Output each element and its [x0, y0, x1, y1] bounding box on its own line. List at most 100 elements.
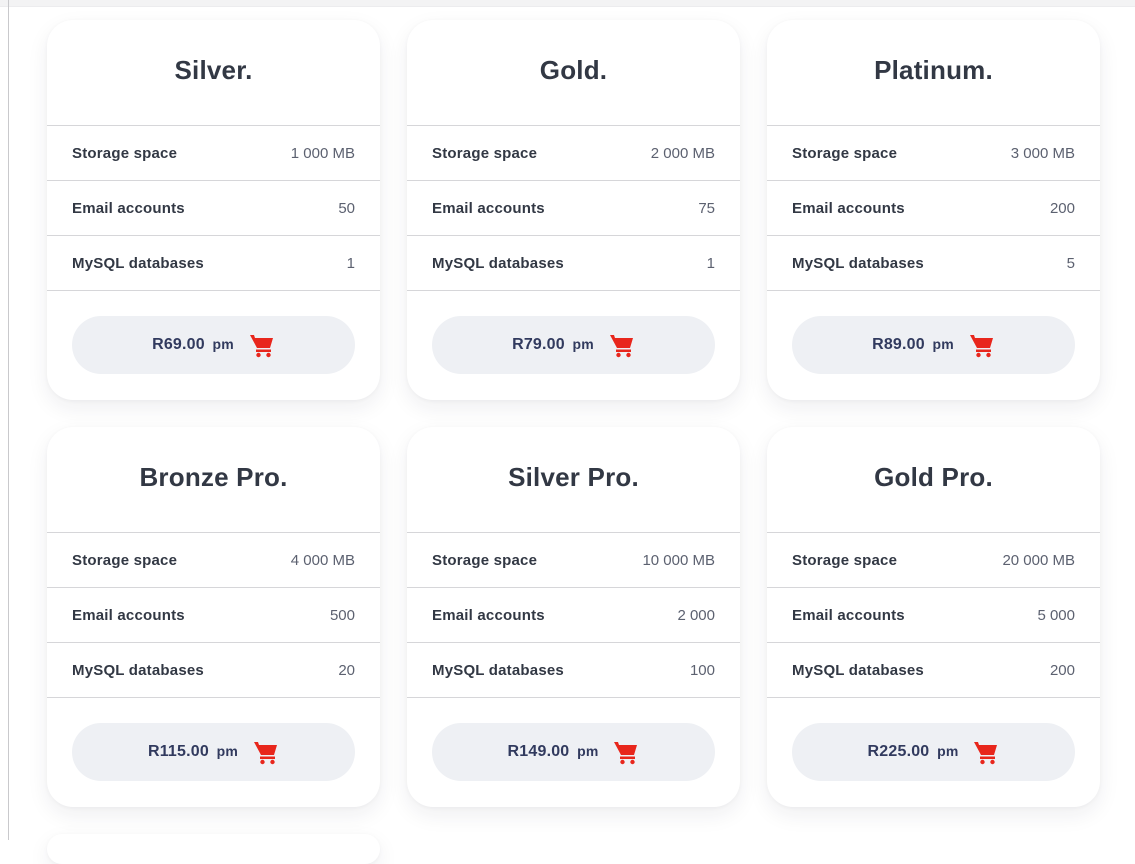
feature-value: 20 000 MB [1002, 551, 1075, 569]
feature-label: Storage space [72, 551, 178, 569]
plan-card-bronze-pro: Bronze Pro. Storage space 4 000 MB Email… [47, 427, 380, 807]
plan-card-silver-pro: Silver Pro. Storage space 10 000 MB Emai… [407, 427, 740, 807]
feature-row-storage: Storage space 3 000 MB [767, 126, 1100, 181]
left-border [8, 0, 9, 840]
feature-value: 4 000 MB [290, 551, 355, 569]
plan-title: Platinum. [767, 20, 1100, 126]
feature-value: 5 [1066, 254, 1075, 272]
feature-label: MySQL databases [432, 254, 564, 272]
plan-card-silver: Silver. Storage space 1 000 MB Email acc… [47, 20, 380, 400]
price-text: R79.00 pm [512, 336, 594, 354]
buy-button[interactable]: R225.00 pm [792, 723, 1075, 781]
plan-title: Gold Pro. [767, 427, 1100, 533]
feature-row-storage: Storage space 10 000 MB [407, 533, 740, 588]
feature-value: 10 000 MB [642, 551, 715, 569]
plan-title: Silver Pro. [407, 427, 740, 533]
feature-label: MySQL databases [432, 661, 564, 679]
feature-label: Email accounts [432, 199, 545, 217]
feature-label: Email accounts [72, 199, 185, 217]
plan-card-partial [47, 834, 380, 864]
feature-row-email: Email accounts 500 [47, 588, 380, 643]
buy-button[interactable]: R89.00 pm [792, 316, 1075, 374]
shopping-cart-icon [974, 742, 998, 765]
price-text: R89.00 pm [872, 336, 954, 354]
price-amount: R225.00 [867, 743, 930, 760]
shopping-cart-icon [249, 335, 273, 358]
plan-card-platinum: Platinum. Storage space 3 000 MB Email a… [767, 20, 1100, 400]
price-text: R225.00 pm [868, 743, 959, 761]
price-period: pm [937, 743, 959, 759]
feature-value: 2 000 [677, 606, 715, 624]
feature-label: MySQL databases [72, 661, 204, 679]
plan-title: Gold. [407, 20, 740, 126]
buy-button[interactable]: R69.00 pm [72, 316, 355, 374]
feature-value: 500 [329, 606, 355, 624]
price-period: pm [212, 336, 234, 352]
feature-row-email: Email accounts 75 [407, 181, 740, 236]
feature-row-storage: Storage space 4 000 MB [47, 533, 380, 588]
plan-card-gold-pro: Gold Pro. Storage space 20 000 MB Email … [767, 427, 1100, 807]
feature-label: Storage space [792, 144, 898, 162]
shopping-cart-icon [614, 742, 638, 765]
feature-label: MySQL databases [72, 254, 204, 272]
plan-title: Silver. [47, 20, 380, 126]
feature-row-mysql: MySQL databases 20 [47, 643, 380, 698]
feature-label: Storage space [792, 551, 898, 569]
feature-label: Storage space [432, 551, 538, 569]
feature-row-mysql: MySQL databases 200 [767, 643, 1100, 698]
shopping-cart-icon [609, 335, 633, 358]
feature-row-mysql: MySQL databases 5 [767, 236, 1100, 291]
feature-value: 200 [1049, 199, 1075, 217]
feature-label: Email accounts [72, 606, 185, 624]
feature-value: 200 [1049, 661, 1075, 679]
feature-value: 50 [338, 199, 355, 217]
price-period: pm [572, 336, 594, 352]
feature-value: 2 000 MB [650, 144, 715, 162]
feature-label: Email accounts [432, 606, 545, 624]
feature-value: 1 000 MB [290, 144, 355, 162]
feature-value: 20 [338, 661, 355, 679]
feature-value: 3 000 MB [1010, 144, 1075, 162]
buy-button[interactable]: R79.00 pm [432, 316, 715, 374]
price-amount: R149.00 [507, 743, 570, 760]
feature-row-email: Email accounts 5 000 [767, 588, 1100, 643]
price-text: R115.00 pm [148, 743, 238, 761]
price-period: pm [216, 743, 239, 759]
feature-row-email: Email accounts 2 000 [407, 588, 740, 643]
feature-row-email: Email accounts 50 [47, 181, 380, 236]
plan-card-gold: Gold. Storage space 2 000 MB Email accou… [407, 20, 740, 400]
feature-value: 5 000 [1037, 606, 1075, 624]
price-period: pm [932, 336, 954, 352]
feature-label: MySQL databases [792, 661, 924, 679]
feature-label: Email accounts [792, 606, 905, 624]
price-amount: R89.00 [872, 336, 925, 353]
feature-row-mysql: MySQL databases 1 [47, 236, 380, 291]
plan-title: Bronze Pro. [47, 427, 380, 533]
price-text: R149.00 pm [508, 743, 599, 761]
buy-button[interactable]: R149.00 pm [432, 723, 715, 781]
feature-label: MySQL databases [792, 254, 924, 272]
shopping-cart-icon [969, 335, 993, 358]
price-amount: R79.00 [512, 336, 565, 353]
pricing-grid: Silver. Storage space 1 000 MB Email acc… [47, 20, 1100, 864]
feature-label: Storage space [432, 144, 538, 162]
feature-label: Storage space [72, 144, 178, 162]
feature-row-storage: Storage space 20 000 MB [767, 533, 1100, 588]
feature-label: Email accounts [792, 199, 905, 217]
feature-value: 100 [689, 661, 715, 679]
price-text: R69.00 pm [152, 336, 234, 354]
top-bar [0, 0, 1135, 7]
feature-value: 1 [706, 254, 715, 272]
feature-row-email: Email accounts 200 [767, 181, 1100, 236]
feature-value: 75 [698, 199, 715, 217]
feature-value: 1 [346, 254, 355, 272]
feature-row-mysql: MySQL databases 1 [407, 236, 740, 291]
buy-button[interactable]: R115.00 pm [72, 723, 355, 781]
feature-row-storage: Storage space 2 000 MB [407, 126, 740, 181]
price-amount: R69.00 [152, 336, 205, 353]
feature-row-mysql: MySQL databases 100 [407, 643, 740, 698]
shopping-cart-icon [254, 742, 278, 765]
price-amount: R115.00 [147, 743, 209, 760]
feature-row-storage: Storage space 1 000 MB [47, 126, 380, 181]
price-period: pm [577, 743, 599, 759]
